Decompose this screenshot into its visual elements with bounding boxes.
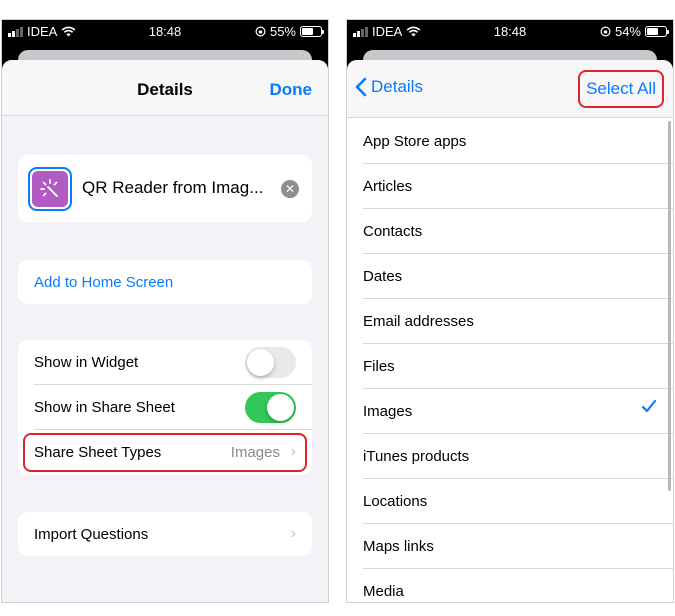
status-bar: IDEA 18:48 55%: [2, 20, 328, 44]
show-in-share-sheet-toggle[interactable]: [245, 392, 296, 423]
list-item-label: Articles: [363, 178, 413, 195]
toggle-knob: [247, 349, 274, 376]
battery-icon: [645, 26, 669, 37]
checkmark-icon: [641, 399, 657, 413]
list-item[interactable]: Dates: [347, 254, 673, 299]
wand-sparkle-icon: [32, 171, 68, 207]
list-item[interactable]: Locations: [347, 479, 673, 524]
back-button[interactable]: Details: [355, 77, 423, 97]
list-item[interactable]: Images: [347, 389, 673, 434]
chevron-left-icon: [355, 77, 367, 97]
list-item[interactable]: Maps links: [347, 524, 673, 569]
show-in-widget-toggle[interactable]: [245, 347, 296, 378]
chevron-right-icon: ›: [290, 443, 296, 460]
nav-bar: Details Select All: [347, 60, 673, 118]
battery-percent: 54%: [614, 24, 641, 39]
list-item[interactable]: Email addresses: [347, 299, 673, 344]
list-item-label: iTunes products: [363, 448, 470, 465]
phone-screen-details: IDEA 18:48 55% Details Done QR Reader fr…: [1, 19, 329, 603]
status-bar: IDEA 18:48 54%: [347, 20, 673, 44]
select-all-button[interactable]: Select All: [578, 70, 664, 108]
show-in-share-sheet-row: Show in Share Sheet: [18, 385, 312, 430]
nav-bar: Details Done: [2, 60, 328, 116]
details-sheet: Details Done QR Reader from Imag... ✕ Ad…: [2, 60, 328, 602]
show-in-share-sheet-label: Show in Share Sheet: [34, 399, 175, 416]
list-item-label: Locations: [363, 493, 428, 510]
shortcut-icon[interactable]: [28, 167, 72, 211]
share-sheet-types-row[interactable]: Share Sheet Types Images ›: [18, 430, 312, 475]
add-to-home-screen-button[interactable]: Add to Home Screen: [18, 260, 312, 304]
list-item[interactable]: App Store apps: [347, 119, 673, 164]
scrollbar[interactable]: [668, 121, 671, 491]
toggle-knob: [267, 394, 294, 421]
orientation-lock-icon: [600, 26, 611, 37]
list-item-label: Media: [363, 583, 404, 600]
done-button[interactable]: Done: [270, 80, 313, 100]
share-sheet-types-value: Images: [230, 444, 280, 461]
clear-icon[interactable]: ✕: [281, 180, 299, 198]
list-item-label: Maps links: [363, 538, 434, 555]
battery-icon: [300, 26, 324, 37]
share-sheet-types-sheet: Details Select All App Store apps Articl…: [347, 60, 673, 602]
list-item[interactable]: Contacts: [347, 209, 673, 254]
status-right: 55%: [255, 24, 324, 39]
shortcut-name[interactable]: QR Reader from Imag...: [82, 178, 263, 198]
share-type-list: App Store apps Articles Contacts Dates E…: [347, 119, 673, 602]
add-to-home-screen-label: Add to Home Screen: [34, 274, 174, 291]
list-item-label: Images: [363, 403, 413, 420]
phone-screen-share-sheet-types: IDEA 18:48 54% Details Select All App St…: [346, 19, 674, 603]
chevron-right-icon: ›: [290, 525, 296, 542]
show-in-widget-row: Show in Widget: [18, 340, 312, 385]
list-item-label: App Store apps: [363, 133, 467, 150]
import-questions-label: Import Questions: [34, 526, 149, 543]
import-questions-row[interactable]: Import Questions ›: [18, 512, 312, 556]
status-right: 54%: [600, 24, 669, 39]
list-item[interactable]: Files: [347, 344, 673, 389]
list-item-label: Dates: [363, 268, 403, 285]
list-item-label: Email addresses: [363, 313, 474, 330]
back-label: Details: [371, 77, 423, 96]
share-sheet-types-label: Share Sheet Types: [34, 444, 162, 461]
shortcut-header: QR Reader from Imag... ✕: [18, 155, 312, 222]
orientation-lock-icon: [255, 26, 266, 37]
battery-percent: 55%: [269, 24, 296, 39]
list-item[interactable]: Media: [347, 569, 673, 602]
list-item[interactable]: iTunes products: [347, 434, 673, 479]
show-in-widget-label: Show in Widget: [34, 354, 139, 371]
settings-group: Show in Widget Show in Share Sheet Share…: [18, 340, 312, 475]
list-item-label: Files: [363, 358, 395, 375]
list-item-label: Contacts: [363, 223, 423, 240]
list-item[interactable]: Articles: [347, 164, 673, 209]
